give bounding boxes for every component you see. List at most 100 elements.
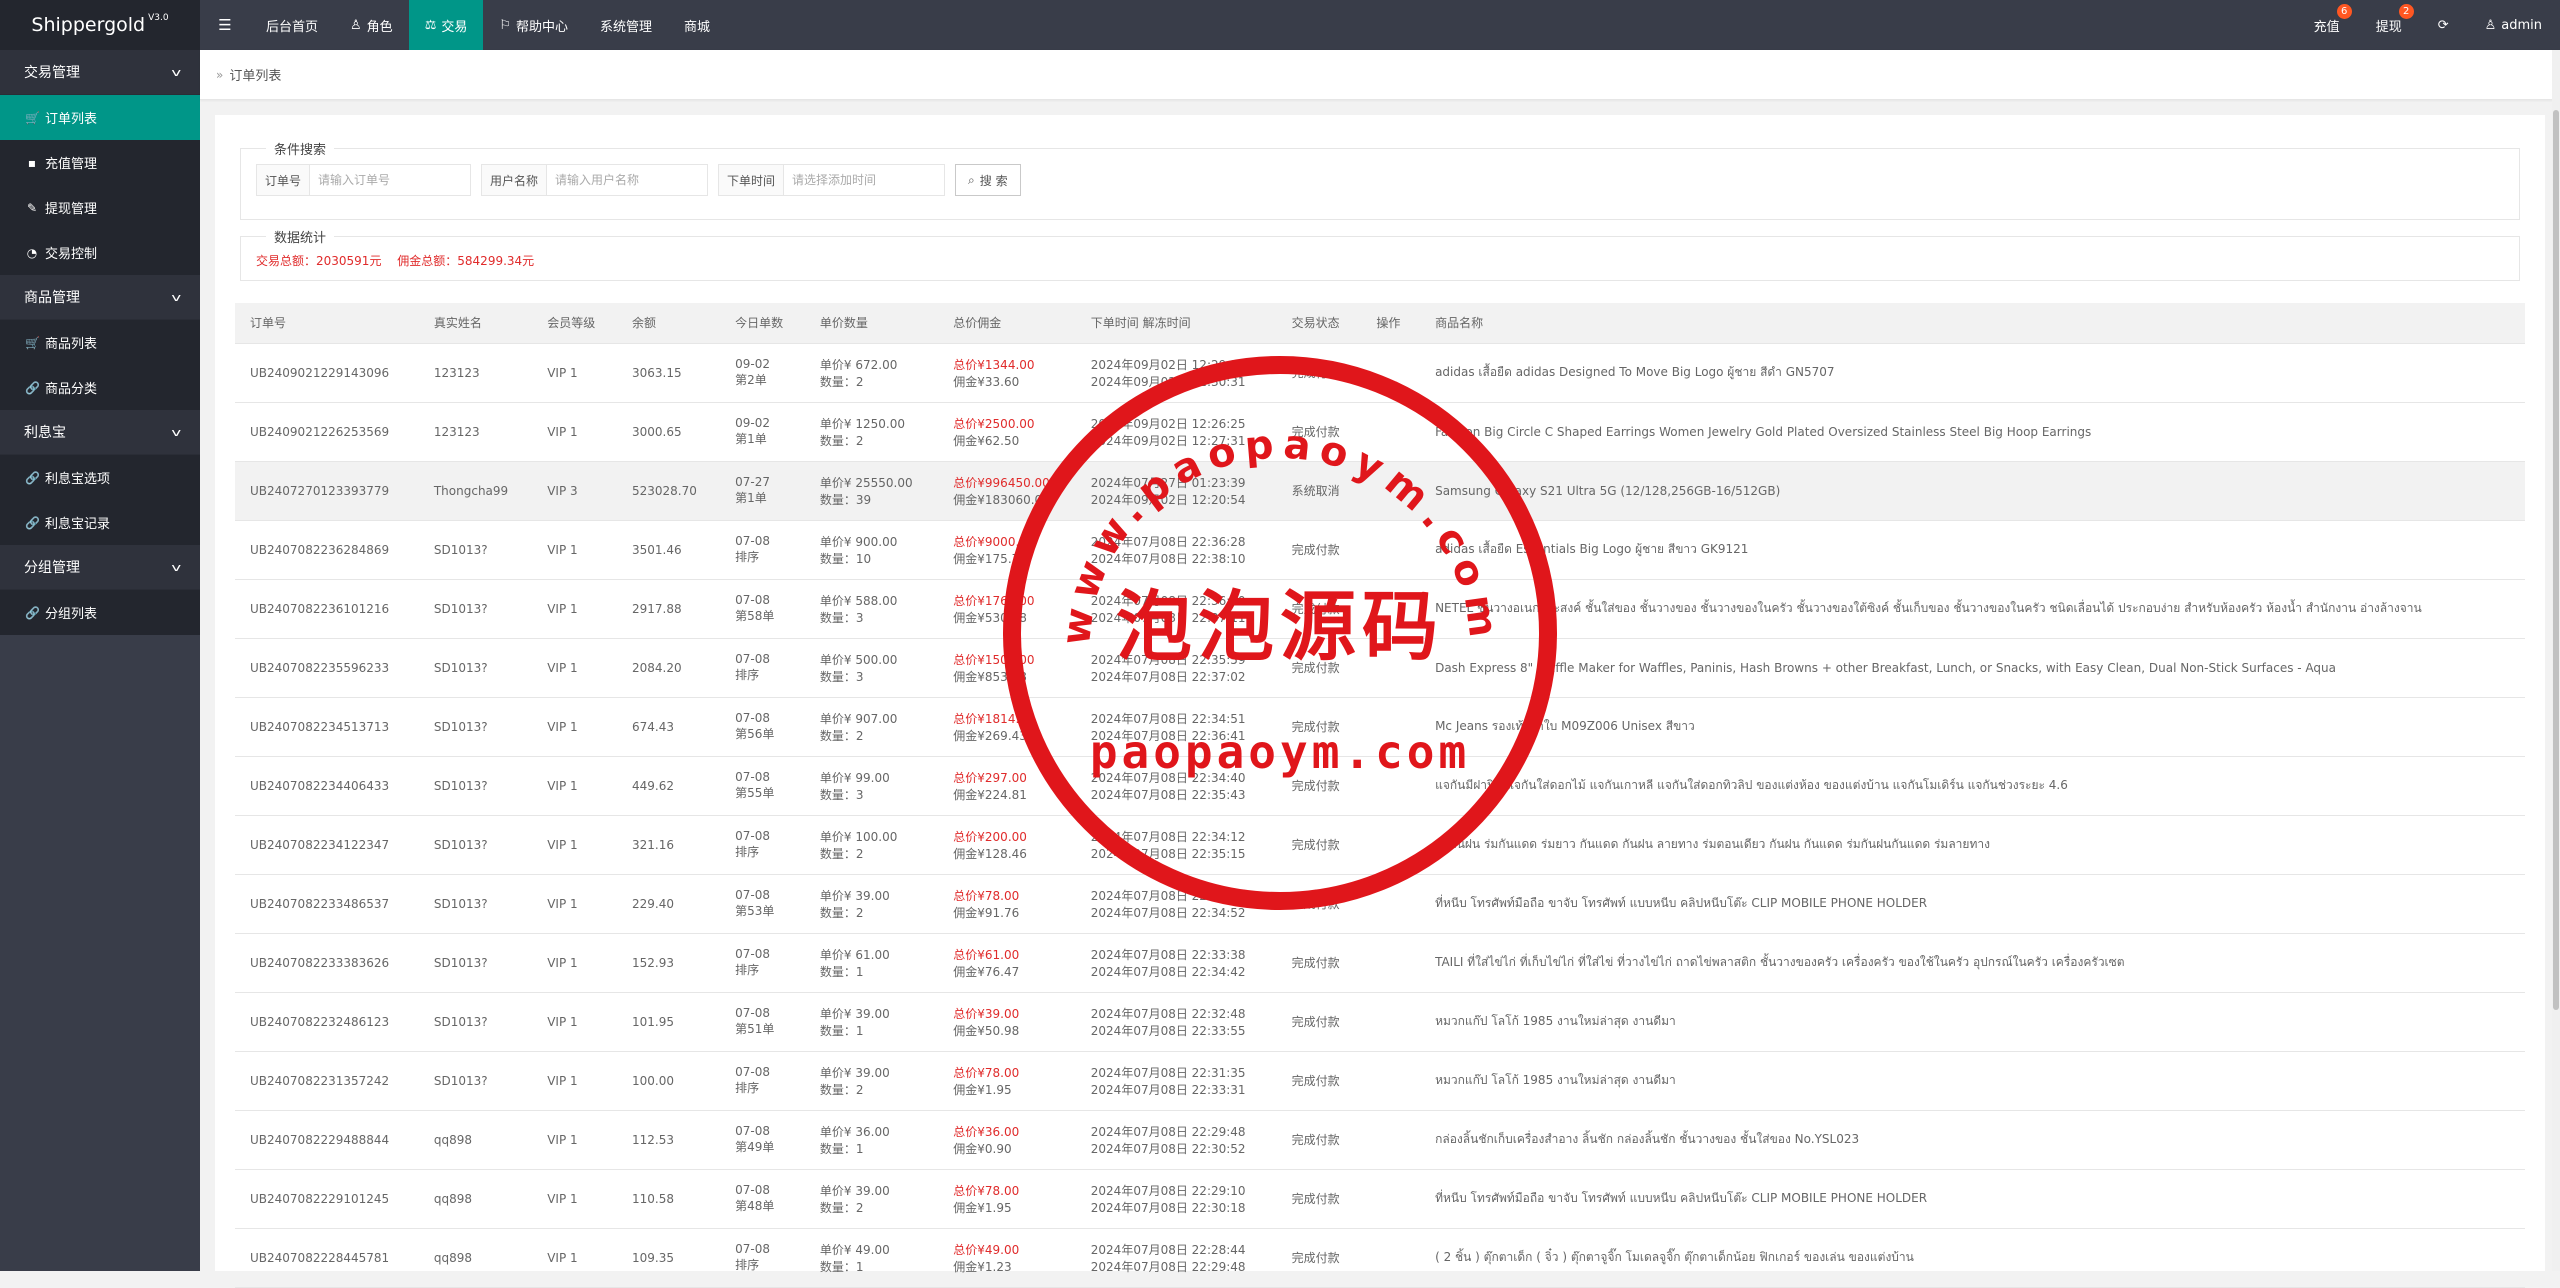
table-row[interactable]: UB2407082229488844 qq898 VIP 1 112.53 07-08 第… (235, 1110, 2525, 1170)
sidebar-item-product-list[interactable]: 🛒 商品列表 (0, 320, 200, 365)
cell-t1: 2024年07月08日 22:28:44 (1090, 1242, 1246, 1257)
nav-roles-label: 角色 (366, 19, 393, 35)
app-logo[interactable]: Shippergold V3.0 (0, 0, 200, 50)
nav-mall[interactable]: 商城 (668, 0, 726, 50)
sidebar-group-products[interactable]: 商品管理 v (0, 275, 200, 320)
sidebar-item-recharge[interactable]: ▪ 充值管理 (0, 140, 200, 185)
table-row[interactable]: UB2407082234406433 SD1013? VIP 1 449.62 07-0… (235, 756, 2525, 816)
sidebar-group-groups[interactable]: 分组管理 v (0, 545, 200, 590)
nav-system[interactable]: 系统管理 (584, 0, 668, 50)
table-cell: VIP 1 (532, 756, 617, 816)
cell-qty: 数量：2 (819, 846, 864, 861)
cell-comm: 佣金¥269.43 (953, 728, 1027, 743)
table-row[interactable]: UB2407082233383626 SD1013? VIP 1 152.93 07-0… (235, 933, 2525, 993)
cell-name: qq898 (433, 1191, 472, 1206)
table-cell: VIP 1 (532, 1169, 617, 1229)
table-cell: Thongcha99 (418, 461, 533, 521)
cell-t1: 2024年09月02日 12:29:14 (1090, 357, 1246, 372)
sidebar-group-trade[interactable]: 交易管理 v (0, 50, 200, 95)
cell-order: UB2409021229143096 (250, 365, 390, 380)
table-cell: SD1013? (418, 638, 533, 698)
table-cell: 单价¥ 25550.00 数量：39 (804, 461, 939, 521)
table-row[interactable]: UB2409021229143096 123123 VIP 1 3063.15 09-0… (235, 343, 2525, 403)
table-cell: 100.00 (617, 1051, 721, 1111)
nav-help[interactable]: ⚐ 帮助中心 (483, 0, 584, 50)
table-cell: ที่หนีบ โทรศัพท์มือถือ ขาจับ โทรศัพท์ แบ… (1420, 1169, 2525, 1229)
table-cell: UB2407270123393779 (235, 461, 419, 521)
sidebar-item-interest-options[interactable]: 🔗 利息宝选项 (0, 455, 200, 500)
table-row[interactable]: UB2409021226253569 123123 VIP 1 3000.65 09-0… (235, 402, 2525, 462)
table-row[interactable]: UB2407082231357242 SD1013? VIP 1 100.00 07-0… (235, 1051, 2525, 1111)
sidebar-item-order-list[interactable]: 🛒 订单列表 (0, 95, 200, 140)
chevron-down-icon: v (171, 290, 182, 304)
order-time-input[interactable] (784, 165, 945, 195)
sidebar-item-trade-control[interactable]: ◔ 交易控制 (0, 230, 200, 275)
cell-seq: 排序 (735, 1081, 760, 1095)
sidebar-item-interest-records[interactable]: 🔗 利息宝记录 (0, 500, 200, 545)
table-cell-actions (1361, 579, 1421, 639)
scale-icon: ⚖ (424, 17, 437, 33)
user-menu[interactable]: ♙ admin (2467, 0, 2560, 50)
cell-vip: VIP 1 (547, 896, 578, 911)
recharge-button[interactable]: 充值 6 (2296, 0, 2358, 50)
cell-price: 单价¥ 49.00 (819, 1242, 890, 1257)
cell-date: 07-08 (735, 770, 771, 784)
table-row[interactable]: UB2407082234122347 SD1013? VIP 1 321.16 07-0… (235, 815, 2525, 875)
table-row[interactable]: UB2407082235596233 SD1013? VIP 1 2084.20 07-… (235, 638, 2525, 698)
table-row[interactable]: UB2407082233486537 SD1013? VIP 1 229.40 07-0… (235, 874, 2525, 934)
search-button-label: 搜 索 (979, 173, 1008, 188)
table-cell: 完成付款 (1276, 638, 1362, 698)
sidebar-item-withdraw[interactable]: ✎ 提现管理 (0, 185, 200, 230)
nav-mall-label: 商城 (684, 19, 711, 35)
cell-order: UB2407082236101216 (250, 601, 390, 616)
cell-balance: 229.40 (632, 896, 674, 911)
breadcrumb: » 订单列表 (200, 50, 2560, 100)
refresh-icon[interactable]: ⟳ (2420, 0, 2467, 50)
order-no-input[interactable] (310, 165, 471, 195)
table-cell: UB2407082233383626 (235, 933, 419, 993)
table-cell: 总价¥200.00 佣金¥128.46 (938, 815, 1076, 875)
cell-t2: 2024年07月08日 22:34:42 (1090, 964, 1246, 979)
cell-order: UB2407082232486123 (250, 1014, 390, 1029)
cell-t2: 2024年09月02日 12:27:31 (1090, 433, 1246, 448)
table-cell: 总价¥78.00 佣金¥1.95 (938, 1051, 1076, 1111)
table-cell: 2024年07月08日 22:29:48 2024年07月08日 22:30:52 (1075, 1110, 1277, 1170)
nav-roles[interactable]: ♙ 角色 (334, 0, 409, 50)
cell-price: 单价¥ 39.00 (819, 1065, 890, 1080)
page-scrollbar[interactable] (2552, 50, 2560, 1271)
user-name-input[interactable] (547, 165, 708, 195)
sidebar-group-interest[interactable]: 利息宝 v (0, 410, 200, 455)
cell-t2: 2024年07月08日 22:30:52 (1090, 1141, 1246, 1156)
nav-trade[interactable]: ⚖ 交易 (408, 0, 484, 50)
table-cell-actions (1361, 461, 1421, 521)
table-row[interactable]: UB2407082236101216 SD1013? VIP 1 2917.88 07-… (235, 579, 2525, 639)
table-row[interactable]: UB2407082228445781 qq898 VIP 1 109.35 07-08 排… (235, 1228, 2525, 1288)
scrollbar-thumb[interactable] (2553, 110, 2559, 1010)
sidebar: 交易管理 v 🛒 订单列表 ▪ 充值管理 ✎ 提现管理 ◔ 交易控制 商品管理 v 🛒 商品列… (0, 50, 200, 1271)
cell-balance: 3000.65 (632, 424, 682, 439)
cell-total: 总价¥1344.00 (953, 357, 1035, 372)
user-icon: ♙ (2484, 17, 2497, 33)
chevron-down-icon: v (171, 65, 182, 79)
table-row[interactable]: UB2407082232486123 SD1013? VIP 1 101.95 07-0… (235, 992, 2525, 1052)
table-cell: 总价¥36.00 佣金¥0.90 (938, 1110, 1076, 1170)
cell-t1: 2024年07月08日 22:31:35 (1090, 1065, 1246, 1080)
nav-dashboard[interactable]: 后台首页 (250, 0, 334, 50)
table-row[interactable]: UB2407082234513713 SD1013? VIP 1 674.43 07-0… (235, 697, 2525, 757)
breadcrumb-current[interactable]: 订单列表 (229, 65, 281, 84)
sidebar-item-group-list[interactable]: 🔗 分组列表 (0, 590, 200, 635)
cell-date: 07-08 (735, 534, 771, 548)
sidebar-item-product-category[interactable]: 🔗 商品分类 (0, 365, 200, 410)
cell-seq: 第53单 (735, 904, 775, 918)
table-row[interactable]: UB2407082236284869 SD1013? VIP 1 3501.46 07-… (235, 520, 2525, 580)
search-button[interactable]: ⌕ 搜 索 (955, 164, 1021, 196)
cell-order: UB2407082234406433 (250, 778, 390, 793)
hamburger-icon[interactable]: ☰ (200, 0, 250, 50)
double-chevron-right-icon: » (216, 67, 224, 82)
table-row[interactable]: UB2407082229101245 qq898 VIP 1 110.58 07-08 第… (235, 1169, 2525, 1229)
withdraw-button[interactable]: 提现 2 (2358, 0, 2420, 50)
cell-t2: 2024年07月08日 22:34:52 (1090, 905, 1246, 920)
table-cell-actions (1361, 992, 1421, 1052)
table-cell-actions (1361, 520, 1421, 580)
table-row[interactable]: UB2407270123393779 Thongcha99 VIP 3 523028.… (235, 461, 2525, 521)
